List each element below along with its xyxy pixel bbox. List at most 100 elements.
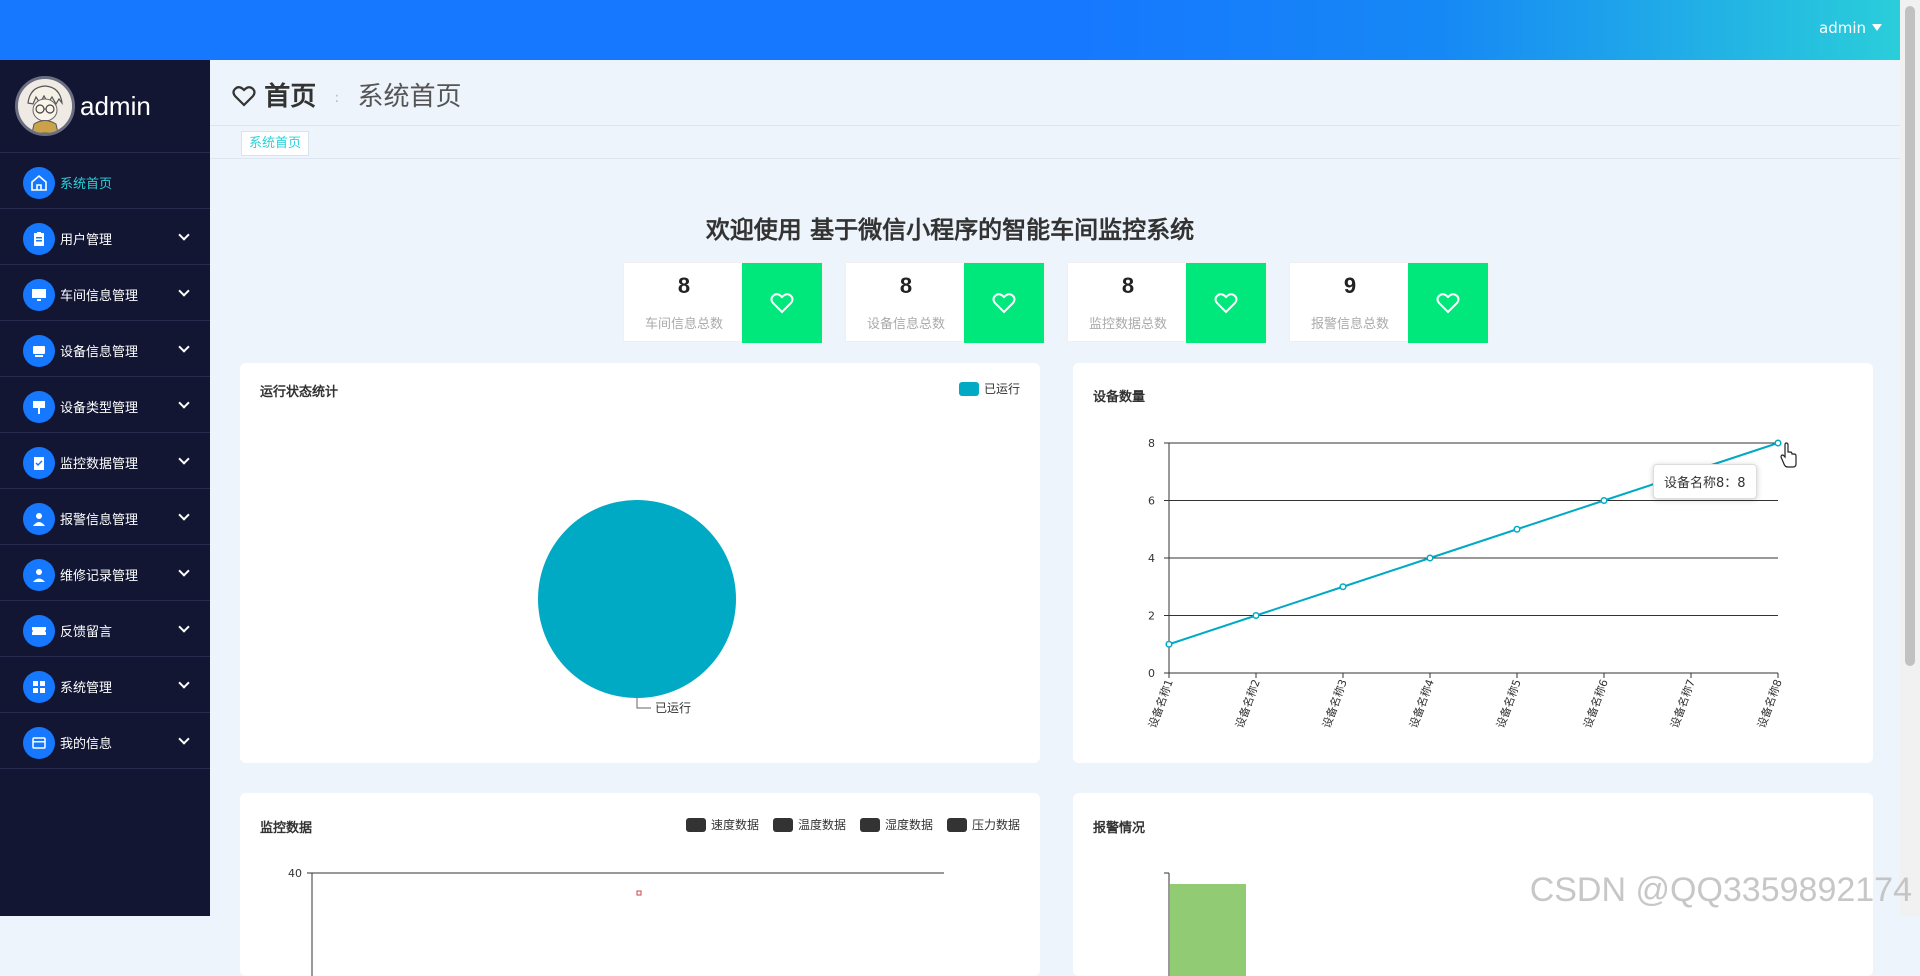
- monitor-chart-card: 监控数据 速度数据 温度数据 湿度数据 压力数据 40: [240, 793, 1040, 976]
- sidebar-item-alarm[interactable]: 报警信息管理: [0, 489, 210, 545]
- chevron-down-icon: [178, 229, 189, 240]
- caret-down-icon: [1872, 24, 1882, 31]
- x-tick-label: 设备名称6: [1580, 677, 1611, 730]
- chevron-down-icon: [178, 621, 189, 632]
- ticket-icon: [23, 615, 55, 647]
- breadcrumb-current: 系统首页: [358, 82, 462, 112]
- sidebar-item-label: 车间信息管理: [60, 285, 138, 304]
- sidebar-item-home[interactable]: 系统首页: [0, 153, 210, 209]
- checklist-icon: [23, 447, 55, 479]
- heart-icon[interactable]: [742, 263, 822, 343]
- sidebar-item-label: 报警信息管理: [60, 509, 138, 528]
- scrollbar-thumb[interactable]: [1905, 6, 1915, 666]
- wallet-icon: [23, 727, 55, 759]
- sidebar: admin 系统首页 用户管理 车间信息管理 设备信息管理 设备类型管理 监控数…: [0, 60, 210, 916]
- chevron-down-icon: [178, 285, 189, 296]
- pie-chart-card: 运行状态统计 已运行 已运行: [240, 363, 1040, 763]
- sidebar-item-monitor-data[interactable]: 监控数据管理: [0, 433, 210, 489]
- top-bar: admin: [0, 0, 1920, 60]
- stat-label: 设备信息总数: [846, 313, 966, 332]
- sidebar-item-label: 系统管理: [60, 677, 112, 696]
- sidebar-item-label: 监控数据管理: [60, 453, 138, 472]
- data-point[interactable]: [1514, 526, 1520, 532]
- chevron-down-icon: [178, 341, 189, 352]
- stat-label: 监控数据总数: [1068, 313, 1188, 332]
- page-scrollbar[interactable]: [1900, 0, 1920, 916]
- pie-label-line: [637, 698, 651, 708]
- stat-card-device: 8 设备信息总数: [845, 262, 1045, 342]
- heart-icon[interactable]: [1408, 263, 1488, 343]
- home-icon: [23, 167, 55, 199]
- monitor-icon: [23, 279, 55, 311]
- sidebar-item-workshop[interactable]: 车间信息管理: [0, 265, 210, 321]
- y-tick-label: 8: [1148, 437, 1155, 450]
- user-card-icon: [23, 503, 55, 535]
- data-point[interactable]: [1253, 613, 1259, 619]
- stat-label: 车间信息总数: [624, 313, 744, 332]
- tags-bar: 系统首页: [210, 125, 1900, 159]
- clipboard-icon: [23, 223, 55, 255]
- sidebar-item-label: 我的信息: [60, 733, 112, 752]
- sidebar-item-label: 反馈留言: [60, 621, 112, 640]
- monitor-chart: 40: [240, 793, 1040, 976]
- sidebar-item-label: 维修记录管理: [60, 565, 138, 584]
- y-tick-label: 6: [1148, 495, 1155, 508]
- data-point[interactable]: [1340, 584, 1346, 590]
- data-point[interactable]: [1166, 641, 1172, 647]
- stat-value: 9: [1290, 273, 1410, 299]
- sidebar-item-label: 设备信息管理: [60, 341, 138, 360]
- x-tick-label: 设备名称4: [1406, 677, 1437, 730]
- tag-home[interactable]: 系统首页: [241, 131, 309, 156]
- person-icon: [23, 559, 55, 591]
- x-tick-label: 设备名称7: [1667, 677, 1698, 730]
- avatar: [15, 76, 75, 136]
- chevron-down-icon: [178, 397, 189, 408]
- scatter-point[interactable]: [637, 891, 641, 895]
- pie-slice[interactable]: [538, 500, 736, 698]
- x-tick-label: 设备名称8: [1754, 677, 1785, 730]
- sidebar-item-device[interactable]: 设备信息管理: [0, 321, 210, 377]
- watermark: CSDN @QQ3359892174: [1530, 871, 1912, 910]
- breadcrumb-home[interactable]: 首页: [264, 82, 316, 112]
- sign-icon: [23, 391, 55, 423]
- chevron-down-icon: [178, 509, 189, 520]
- sidebar-item-system[interactable]: 系统管理: [0, 657, 210, 713]
- device-icon: [23, 335, 55, 367]
- pie-chart: 已运行: [240, 363, 1040, 763]
- breadcrumb-separator: :: [335, 90, 340, 106]
- chevron-down-icon: [178, 733, 189, 744]
- sidebar-item-label: 设备类型管理: [60, 397, 138, 416]
- welcome-title: 欢迎使用 基于微信小程序的智能车间监控系统: [210, 210, 1690, 245]
- y-tick-label: 2: [1148, 610, 1155, 623]
- user-menu-label: admin: [1819, 19, 1866, 37]
- grid-icon: [23, 671, 55, 703]
- heart-icon: [232, 84, 256, 114]
- sidebar-item-device-type[interactable]: 设备类型管理: [0, 377, 210, 433]
- x-tick-label: 设备名称5: [1493, 677, 1524, 730]
- stat-value: 8: [624, 273, 744, 299]
- pointer-cursor-icon: [1780, 442, 1800, 468]
- pie-label: 已运行: [655, 701, 691, 715]
- user-menu[interactable]: admin: [1819, 19, 1882, 37]
- heart-icon[interactable]: [964, 263, 1044, 343]
- main-content: 首页 : 系统首页 系统首页 欢迎使用 基于微信小程序的智能车间监控系统 8 车…: [210, 60, 1900, 916]
- x-tick-label: 设备名称2: [1232, 677, 1263, 730]
- stat-card-workshop: 8 车间信息总数: [623, 262, 823, 342]
- sidebar-username: admin: [80, 91, 151, 122]
- chevron-down-icon: [178, 677, 189, 688]
- y-tick-label: 4: [1148, 552, 1155, 565]
- data-point[interactable]: [1601, 498, 1607, 504]
- sidebar-item-feedback[interactable]: 反馈留言: [0, 601, 210, 657]
- stat-value: 8: [1068, 273, 1188, 299]
- data-point[interactable]: [1427, 555, 1433, 561]
- x-tick-label: 设备名称1: [1145, 677, 1176, 730]
- bar[interactable]: [1170, 884, 1246, 976]
- stat-value: 8: [846, 273, 966, 299]
- stat-label: 报警信息总数: [1290, 313, 1410, 332]
- heart-icon[interactable]: [1186, 263, 1266, 343]
- sidebar-item-label: 用户管理: [60, 229, 112, 248]
- sidebar-item-repair[interactable]: 维修记录管理: [0, 545, 210, 601]
- breadcrumb: 首页 : 系统首页: [232, 76, 462, 114]
- sidebar-item-users[interactable]: 用户管理: [0, 209, 210, 265]
- sidebar-item-profile[interactable]: 我的信息: [0, 713, 210, 769]
